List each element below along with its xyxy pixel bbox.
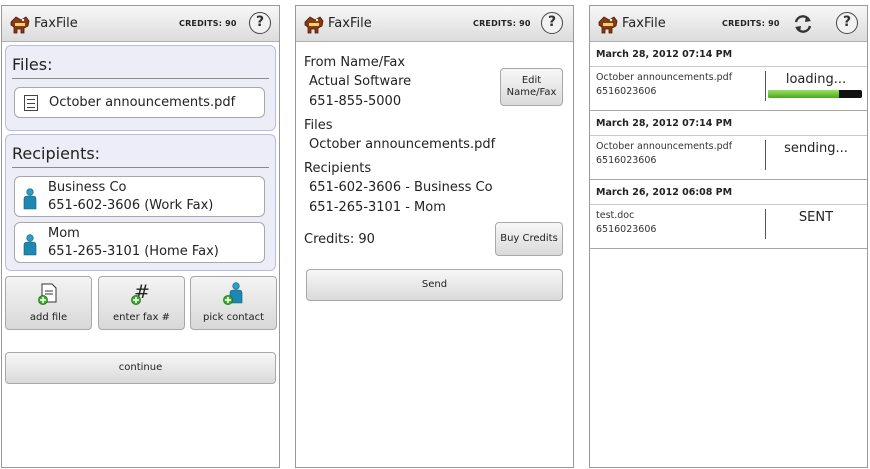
credits-badge: CREDITS: 90 (179, 19, 237, 28)
recipient-number: 651-265-3101 (Home Fax) (48, 244, 219, 259)
name-fax-label: Name/Fax (506, 87, 557, 98)
app-title: FaxFile (622, 16, 666, 31)
recipient-item[interactable]: Mom 651-265-3101 (Home Fax) (14, 222, 265, 263)
recipient-name: Business Co (48, 180, 127, 195)
enter-fax-label: enter fax # (113, 312, 170, 323)
send-button[interactable]: Send (306, 269, 563, 301)
app-logo-icon (9, 14, 31, 34)
from-label: From Name/Fax (304, 55, 406, 70)
person-icon (23, 188, 37, 210)
continue-button[interactable]: continue (5, 352, 276, 384)
job-number: 6516023606 (596, 86, 657, 97)
file-name: October announcements.pdf (49, 95, 236, 110)
job-file: test.doc (596, 210, 635, 221)
add-file-icon (37, 283, 56, 305)
action-buttons: add file # enter fax # pick contact (2, 276, 279, 332)
fax-job-item[interactable]: March 28, 2012 07:14 PM October announce… (590, 42, 867, 111)
files-section: Files: October announcements.pdf (5, 45, 276, 131)
screen-status: FaxFile CREDITS: 90 ? March 28, 2012 07:… (589, 5, 868, 468)
pick-contact-label: pick contact (202, 312, 264, 323)
job-number: 6516023606 (596, 155, 657, 166)
person-icon (23, 234, 37, 256)
job-details: test.doc 6516023606 SENT (590, 205, 867, 248)
job-status: sending... (784, 141, 848, 156)
refresh-icon[interactable] (792, 13, 814, 35)
job-number: 6516023606 (596, 224, 657, 235)
recipient-entry: 651-602-3606 - Business Co (309, 180, 493, 195)
action-bar: FaxFile CREDITS: 90 ? (296, 6, 573, 42)
help-button[interactable]: ? (836, 12, 858, 34)
edit-label: Edit (521, 75, 542, 86)
recipient-number: 651-602-3606 (Work Fax) (48, 198, 214, 213)
credits-badge: CREDITS: 90 (473, 19, 531, 28)
progress-bar (768, 90, 862, 98)
recipient-name: Mom (48, 226, 80, 241)
recipient-item[interactable]: Business Co 651-602-3606 (Work Fax) (14, 176, 265, 217)
job-date: March 26, 2012 06:08 PM (590, 180, 867, 205)
recipients-section: Recipients: Business Co 651-602-3606 (Wo… (5, 134, 276, 271)
job-details: October announcements.pdf 6516023606 loa… (590, 67, 867, 110)
recipients-title: Recipients: (12, 144, 101, 163)
add-contact-icon (222, 282, 242, 305)
enter-fax-button[interactable]: # enter fax # (98, 276, 185, 330)
app-logo-icon (303, 14, 325, 34)
recipients-label: Recipients (304, 161, 372, 176)
help-button[interactable]: ? (249, 12, 271, 34)
file-name: October announcements.pdf (309, 137, 496, 152)
action-bar: FaxFile CREDITS: 90 ? (590, 6, 867, 42)
job-date: March 28, 2012 07:14 PM (590, 42, 867, 67)
pick-contact-button[interactable]: pick contact (190, 276, 277, 330)
screen-compose: FaxFile CREDITS: 90 ? Files: October ann… (1, 5, 280, 468)
file-item[interactable]: October announcements.pdf (14, 87, 265, 118)
from-fax: 651-855-5000 (309, 94, 402, 109)
add-file-label: add file (29, 312, 68, 323)
job-details: October announcements.pdf 6516023606 sen… (590, 136, 867, 179)
app-logo-icon (597, 14, 619, 34)
job-status: SENT (798, 210, 834, 225)
job-file: October announcements.pdf (596, 141, 733, 152)
job-file: October announcements.pdf (596, 72, 733, 83)
divider (12, 78, 269, 79)
job-date: March 28, 2012 07:14 PM (590, 111, 867, 136)
recipient-entry: 651-265-3101 - Mom (309, 200, 446, 215)
hash-icon: # (130, 282, 149, 305)
files-title: Files: (12, 55, 53, 74)
app-title: FaxFile (34, 16, 78, 31)
buy-credits-button[interactable]: Buy Credits (495, 222, 563, 256)
action-bar: FaxFile CREDITS: 90 ? (2, 6, 279, 42)
credits-text: Credits: 90 (304, 232, 375, 247)
fax-job-item[interactable]: March 26, 2012 06:08 PM test.doc 6516023… (590, 180, 867, 249)
credits-badge: CREDITS: 90 (722, 19, 780, 28)
from-name: Actual Software (309, 74, 412, 89)
document-icon (24, 95, 38, 111)
screen-review: FaxFile CREDITS: 90 ? From Name/Fax Actu… (295, 5, 574, 468)
app-title: FaxFile (328, 16, 372, 31)
help-button[interactable]: ? (541, 12, 563, 34)
job-status: loading... (785, 72, 847, 87)
divider (12, 167, 269, 168)
progress-fill (768, 90, 839, 98)
files-label: Files (304, 118, 333, 133)
add-file-button[interactable]: add file (5, 276, 92, 330)
fax-job-item[interactable]: March 28, 2012 07:14 PM October announce… (590, 111, 867, 180)
edit-name-fax-button[interactable]: Edit Name/Fax (500, 68, 563, 106)
